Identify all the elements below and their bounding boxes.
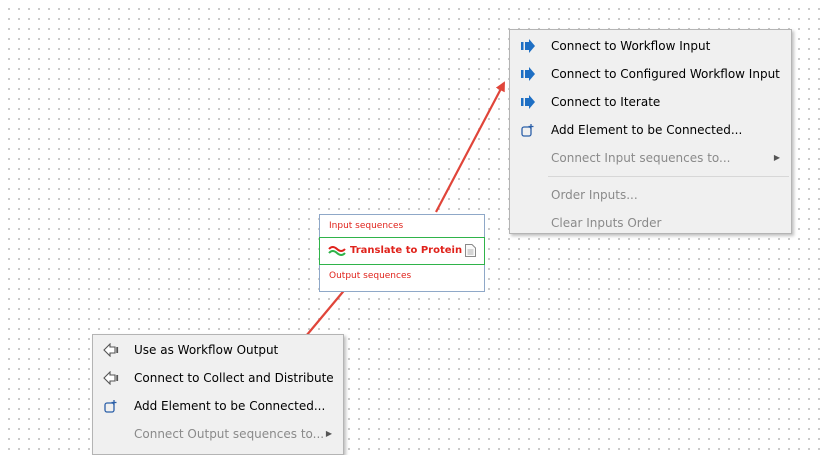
blue-arrow-right-icon [521,39,535,53]
blue-arrow-right-icon [521,67,535,81]
input-port-context-menu: Connect to Workflow Input Connect to Con… [509,29,792,234]
blue-arrow-right-icon [521,95,535,109]
menu-item-label: Connect Output sequences to... [134,427,325,441]
menu-item-label: Connect to Iterate [551,95,661,109]
menu-item-label: Order Inputs... [551,188,638,202]
menu-item-label: Clear Inputs Order [551,216,662,230]
menu-item-use-as-workflow-output[interactable]: Use as Workflow Output [93,336,343,364]
arrow-to-top-menu [435,81,505,213]
menu-item-label: Connect to Configured Workflow Input [551,67,780,81]
submenu-arrow-icon: ▶ [325,429,332,438]
menu-item-label: Connect to Workflow Input [551,39,711,53]
menu-item-connect-workflow-input[interactable]: Connect to Workflow Input [510,32,791,60]
outline-arrow-left-icon [103,343,119,357]
menu-item-add-element[interactable]: Add Element to be Connected... [93,392,343,420]
element-title: Translate to Protein [350,245,463,256]
document-icon[interactable] [465,244,476,257]
menu-item-label: Connect to Collect and Distribute [134,371,334,385]
protein-icon [328,246,346,256]
menu-separator [548,176,789,177]
menu-item-label: Use as Workflow Output [134,343,279,357]
menu-item-label: Add Element to be Connected... [134,399,326,413]
menu-item-label: Connect Input sequences to... [551,151,731,165]
workflow-element-translate-to-protein[interactable]: Input sequences Translate to Protein Out… [319,214,485,292]
menu-item-connect-configured-workflow-input[interactable]: Connect to Configured Workflow Input [510,60,791,88]
menu-item-connect-input-sequences-to[interactable]: Connect Input sequences to... ▶ [510,144,791,172]
menu-item-clear-inputs-order[interactable]: Clear Inputs Order [510,209,791,237]
add-element-icon [104,400,117,413]
submenu-arrow-icon: ▶ [773,153,780,162]
menu-item-label: Add Element to be Connected... [551,123,743,137]
menu-item-connect-collect-distribute[interactable]: Connect to Collect and Distribute [93,364,343,392]
menu-item-connect-iterate[interactable]: Connect to Iterate [510,88,791,116]
menu-item-order-inputs[interactable]: Order Inputs... [510,181,791,209]
element-title-bar[interactable]: Translate to Protein [319,237,485,265]
output-port[interactable]: Output sequences [320,265,484,287]
menu-item-add-element[interactable]: Add Element to be Connected... [510,116,791,144]
add-element-icon [521,124,534,137]
outline-arrow-left-icon [103,371,119,385]
menu-item-connect-output-sequences-to[interactable]: Connect Output sequences to... ▶ [93,420,343,448]
output-port-context-menu: Use as Workflow Output Connect to Collec… [92,334,344,455]
input-port[interactable]: Input sequences [320,215,484,237]
